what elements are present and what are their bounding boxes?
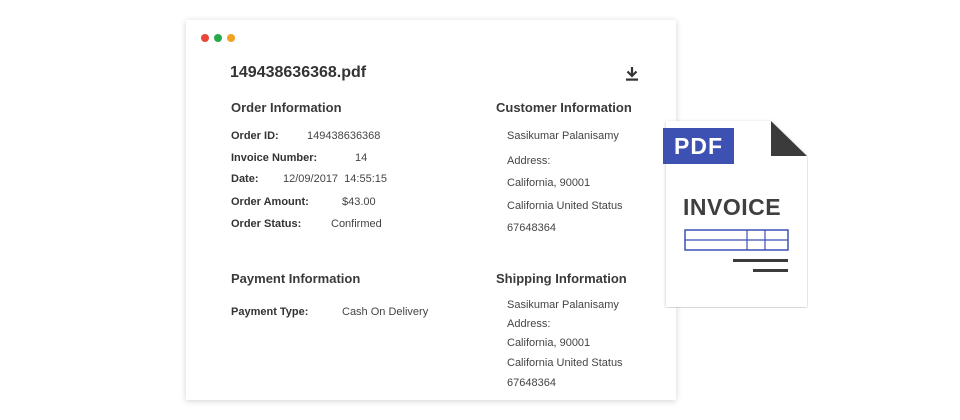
payment-info-heading: Payment Information xyxy=(231,271,361,286)
customer-name: Sasikumar Palanisamy xyxy=(507,130,619,142)
customer-info-heading: Customer Information xyxy=(496,100,632,115)
customer-address-label: Address: xyxy=(507,155,551,167)
order-amount-label: Order Amount: xyxy=(231,196,309,208)
window-controls xyxy=(201,34,235,42)
order-amount-value: $43.00 xyxy=(342,196,376,208)
invoice-title: INVOICE xyxy=(683,194,782,220)
file-name: 149438636368.pdf xyxy=(230,64,367,81)
minimize-dot[interactable] xyxy=(214,34,222,42)
pdf-badge: PDF xyxy=(663,128,734,164)
maximize-dot[interactable] xyxy=(227,34,235,42)
shipping-info-heading: Shipping Information xyxy=(496,271,627,286)
shipping-address-label: Address: xyxy=(507,318,551,330)
shipping-phone: 67648364 xyxy=(507,377,556,389)
customer-city: California, 90001 xyxy=(507,177,591,189)
date-label: Date: xyxy=(231,173,259,185)
pdf-invoice-illustration: PDF INVOICE xyxy=(663,118,808,308)
order-status-value: Confirmed xyxy=(331,218,382,230)
close-dot[interactable] xyxy=(201,34,209,42)
order-status-label: Order Status: xyxy=(231,218,302,230)
order-info-heading: Order Information xyxy=(231,100,342,115)
shipping-city: California, 90001 xyxy=(507,337,591,349)
order-id-label: Order ID: xyxy=(231,130,279,142)
payment-type-value: Cash On Delivery xyxy=(342,306,429,318)
order-id-value: 149438636368 xyxy=(307,130,381,142)
invoice-number-label: Invoice Number: xyxy=(231,152,318,164)
date-value: 12/09/2017 14:55:15 xyxy=(283,173,387,185)
invoice-number-value: 14 xyxy=(355,152,368,164)
payment-type-label: Payment Type: xyxy=(231,306,309,318)
download-icon[interactable] xyxy=(624,66,640,82)
invoice-window: 149438636368.pdf Order Information Order… xyxy=(186,20,676,400)
shipping-name: Sasikumar Palanisamy xyxy=(507,299,619,311)
customer-phone: 67648364 xyxy=(507,222,556,234)
shipping-country: California United Status xyxy=(507,357,623,369)
customer-country: California United Status xyxy=(507,200,623,212)
